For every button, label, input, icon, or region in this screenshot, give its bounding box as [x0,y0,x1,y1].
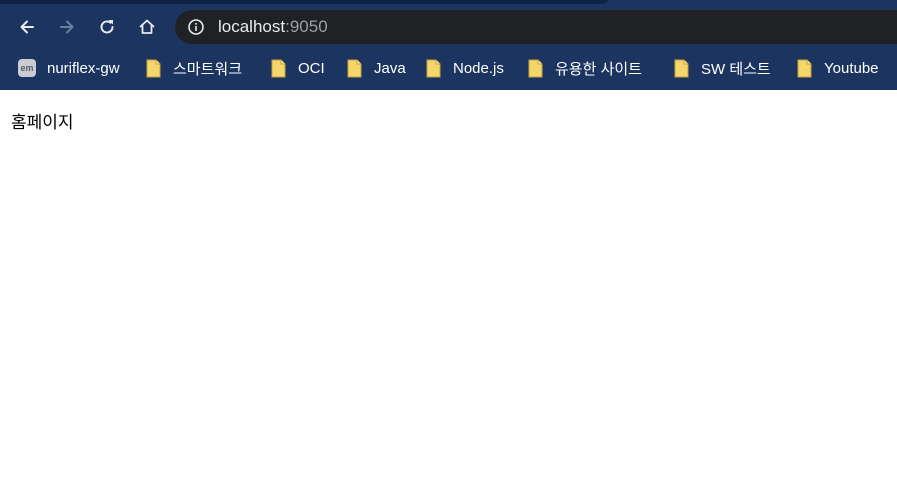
bookmark-folder-youtube[interactable]: Youtube [796,55,879,81]
active-tab-edge[interactable] [0,0,608,4]
homepage-text: 홈페이지 [11,113,74,132]
folder-icon [528,59,543,77]
bookmark-label: 유용한 사이트 [555,60,642,78]
bookmark-label: SW 테스트 [701,60,771,78]
folder-icon [797,59,812,77]
bookmark-label: OCI [298,59,325,77]
url-text[interactable]: localhost:9050 [218,17,328,37]
bookmark-folder-oci[interactable]: OCI [270,55,325,81]
bookmark-nuriflex-gw[interactable]: em nuriflex-gw [18,55,120,81]
back-button[interactable] [10,10,44,44]
forward-button[interactable] [50,10,84,44]
arrow-left-icon [20,20,34,34]
reload-button[interactable] [90,10,124,44]
page-content: 홈페이지 [0,90,897,480]
folder-icon [426,59,441,77]
em-favicon-icon: em [18,59,36,77]
arrow-right-icon [60,20,74,34]
url-host: localhost [218,17,286,36]
home-icon [139,19,155,34]
bookmark-folder-smartwork[interactable]: 스마트워크 [145,55,242,81]
bookmark-folder-nodejs[interactable]: Node.js [425,55,504,81]
bookmark-folder-java[interactable]: Java [346,55,406,81]
bookmark-label: Node.js [453,59,504,77]
folder-icon [674,59,689,77]
reload-icon [100,20,114,34]
browser-chrome: localhost:9050 em nuriflex-gw 스마트워크 OCI [0,0,897,90]
folder-icon [146,59,161,77]
home-button[interactable] [130,10,164,44]
url-port: :9050 [285,17,328,36]
bookmark-label: Java [374,59,406,77]
browser-toolbar: localhost:9050 [0,8,897,46]
folder-icon [271,59,286,77]
bookmark-folder-sw-test[interactable]: SW 테스트 [673,55,771,81]
bookmark-label: 스마트워크 [173,60,243,78]
bookmark-folder-useful-sites[interactable]: 유용한 사이트 [527,55,642,81]
folder-icon [347,59,362,77]
address-bar[interactable]: localhost:9050 [175,10,897,44]
bookmark-label: nuriflex-gw [47,59,120,77]
bookmarks-bar: em nuriflex-gw 스마트워크 OCI Java Node.js 유용… [0,50,897,86]
info-circle-icon[interactable] [187,18,205,36]
bookmark-label: Youtube [824,59,879,77]
